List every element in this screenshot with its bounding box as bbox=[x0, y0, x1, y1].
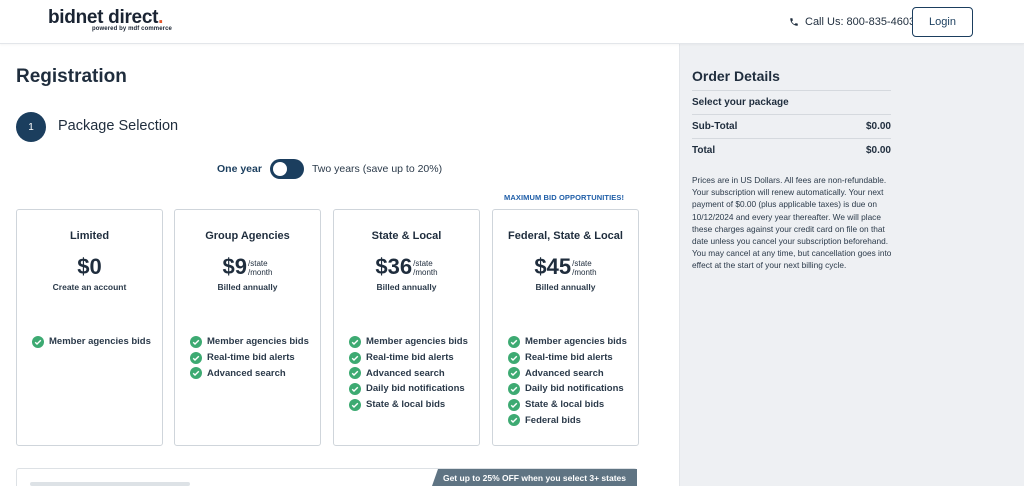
package-card-group-agencies[interactable]: Group Agencies $9 /state/month Billed an… bbox=[174, 209, 321, 446]
billing-terms-note: Prices are in US Dollars. All fees are n… bbox=[692, 175, 892, 271]
select-package-label: Select your package bbox=[692, 97, 789, 108]
feature-item: State & local bids bbox=[508, 397, 627, 413]
check-circle-icon bbox=[508, 367, 520, 380]
price-unit: /state/month bbox=[248, 259, 273, 277]
package-price: $0 bbox=[77, 254, 102, 279]
feature-item: Daily bid notifications bbox=[508, 381, 627, 397]
phone-icon bbox=[790, 18, 798, 26]
package-card-federal-state-local[interactable]: Federal, State & Local $45 /state/month … bbox=[492, 209, 639, 446]
package-billing-note: Billed annually bbox=[376, 282, 437, 292]
feature-item: State & local bids bbox=[349, 397, 468, 413]
price-unit: /state/month bbox=[413, 259, 438, 277]
feature-item: Real-time bid alerts bbox=[349, 350, 468, 366]
check-circle-icon bbox=[190, 367, 202, 380]
check-circle-icon bbox=[190, 335, 202, 348]
check-circle-icon bbox=[508, 382, 520, 395]
billing-period-toggle-row: One year Two years (save up to 20%) bbox=[217, 159, 442, 179]
check-circle-icon bbox=[349, 367, 361, 380]
package-card-limited[interactable]: Limited $0 Create an account Member agen… bbox=[16, 209, 163, 446]
package-billing-note: Create an account bbox=[52, 282, 127, 292]
call-us-link[interactable]: Call Us: 800-835-4603 bbox=[789, 16, 915, 28]
check-circle-icon bbox=[349, 382, 361, 395]
order-details-title: Order Details bbox=[692, 68, 780, 84]
total-label: Total bbox=[692, 145, 716, 156]
feature-list: Member agencies bids Real-time bid alert… bbox=[349, 334, 468, 412]
check-circle-icon bbox=[508, 398, 520, 411]
feature-item: Advanced search bbox=[508, 365, 627, 381]
billing-period-toggle[interactable] bbox=[269, 159, 304, 179]
check-circle-icon bbox=[508, 414, 520, 427]
feature-item: Real-time bid alerts bbox=[508, 350, 627, 366]
feature-item: Member agencies bids bbox=[32, 334, 151, 350]
check-circle-icon bbox=[32, 335, 44, 348]
logo-text: bidnet direct bbox=[48, 7, 159, 28]
package-billing-note: Billed annually bbox=[535, 282, 596, 292]
subtotal-row: Sub-Total $0.00 bbox=[692, 121, 891, 132]
feature-item: Advanced search bbox=[349, 365, 468, 381]
total-value: $0.00 bbox=[865, 145, 891, 156]
check-circle-icon bbox=[508, 351, 520, 364]
feature-item: Advanced search bbox=[190, 365, 309, 381]
price-unit: /state/month bbox=[572, 259, 597, 277]
feature-item: Member agencies bids bbox=[349, 334, 468, 350]
package-name: Federal, State & Local bbox=[508, 230, 623, 242]
subtotal-value: $0.00 bbox=[865, 121, 891, 132]
check-circle-icon bbox=[349, 351, 361, 364]
two-years-label[interactable]: Two years (save up to 20%) bbox=[312, 163, 442, 175]
divider bbox=[692, 138, 891, 139]
package-billing-note: Billed annually bbox=[217, 282, 278, 292]
state-selection-heading-partial bbox=[30, 482, 190, 486]
check-circle-icon bbox=[349, 335, 361, 348]
subtotal-label: Sub-Total bbox=[692, 121, 738, 132]
package-price: $9 bbox=[222, 254, 247, 279]
package-price: $36 bbox=[375, 254, 413, 279]
top-header: bidnet direct. powered by mdf commerce C… bbox=[0, 0, 1024, 44]
total-row: Total $0.00 bbox=[692, 145, 891, 156]
divider bbox=[692, 114, 891, 115]
promo-badge: Get up to 25% OFF when you select 3+ sta… bbox=[432, 469, 637, 486]
package-name: Limited bbox=[69, 230, 110, 242]
feature-item: Federal bids bbox=[508, 412, 627, 428]
step-title: Package Selection bbox=[58, 118, 179, 134]
feature-list: Member agencies bids Real-time bid alert… bbox=[508, 334, 627, 428]
package-name: Group Agencies bbox=[205, 230, 290, 242]
feature-list: Member agencies bids bbox=[32, 334, 151, 350]
toggle-knob bbox=[272, 162, 287, 176]
logo-dot: . bbox=[158, 7, 164, 28]
check-circle-icon bbox=[190, 351, 202, 364]
divider bbox=[692, 90, 891, 91]
order-details-panel: Order Details Select your package Sub-To… bbox=[679, 44, 1024, 486]
feature-item: Member agencies bids bbox=[190, 334, 309, 350]
bidnet-logo[interactable]: bidnet direct. powered by mdf commerce bbox=[48, 8, 172, 32]
package-price: $45 bbox=[534, 254, 572, 279]
logo-tagline: powered by mdf commerce bbox=[92, 26, 172, 32]
feature-item: Daily bid notifications bbox=[349, 381, 468, 397]
feature-item: Real-time bid alerts bbox=[190, 350, 309, 366]
one-year-label[interactable]: One year bbox=[217, 163, 262, 175]
package-card-state-local[interactable]: State & Local $36 /state/month Billed an… bbox=[333, 209, 480, 446]
selected-package-row: Select your package bbox=[692, 97, 891, 108]
check-circle-icon bbox=[508, 335, 520, 348]
max-bid-opportunities-label: MAXIMUM BID OPPORTUNITIES! bbox=[504, 193, 625, 202]
call-us-label: Call Us: 800-835-4603 bbox=[805, 16, 916, 28]
feature-list: Member agencies bids Real-time bid alert… bbox=[190, 334, 309, 381]
check-circle-icon bbox=[349, 398, 361, 411]
login-button[interactable]: Login bbox=[912, 7, 973, 37]
feature-item: Member agencies bids bbox=[508, 334, 627, 350]
page-title: Registration bbox=[16, 66, 127, 87]
package-name: State & Local bbox=[371, 230, 442, 242]
step-number-badge: 1 bbox=[16, 112, 46, 142]
